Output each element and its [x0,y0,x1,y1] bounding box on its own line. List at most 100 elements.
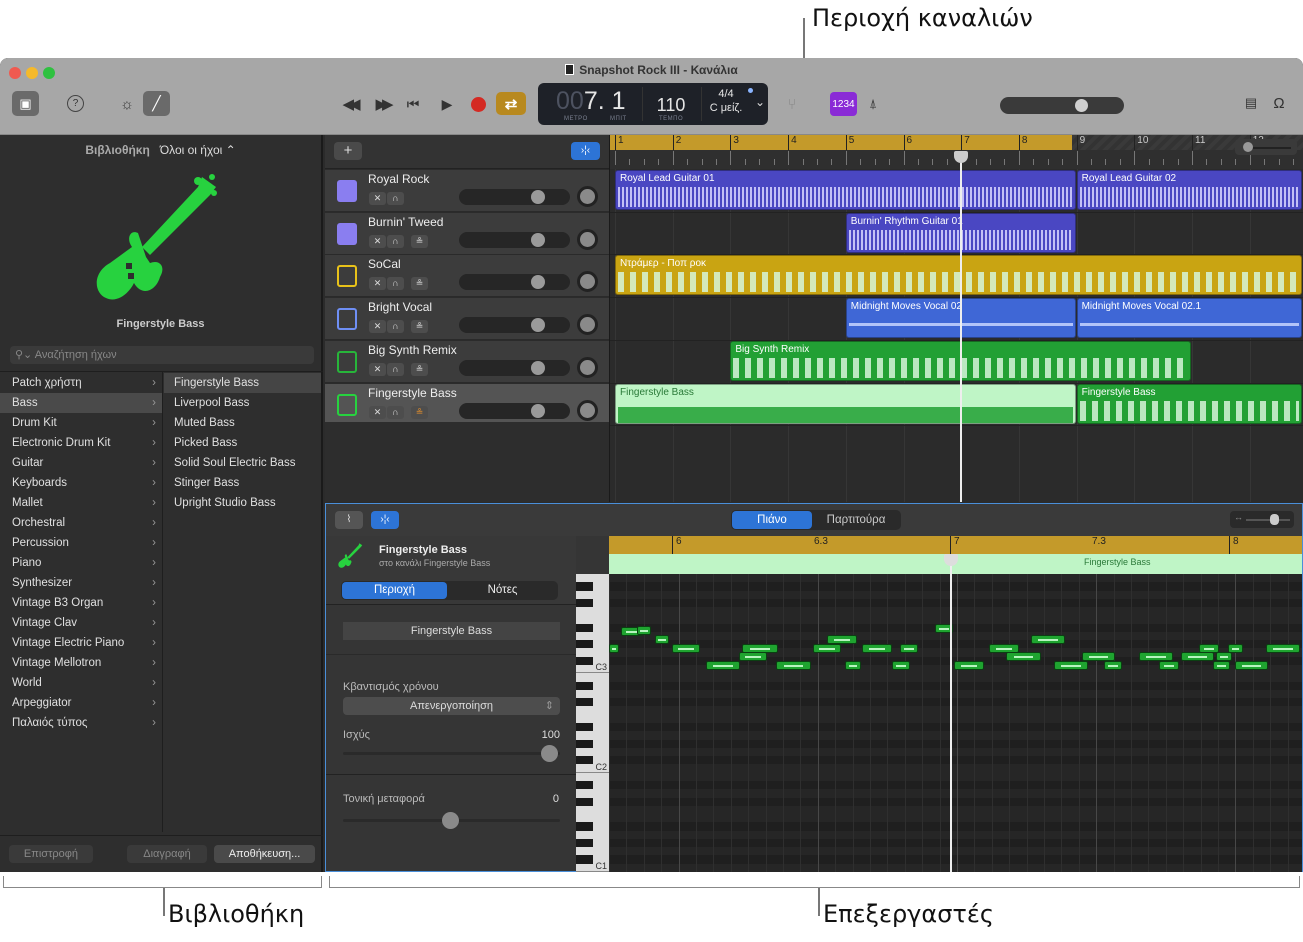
midi-note[interactable] [609,644,619,653]
tab-region[interactable]: Περιοχή [342,582,447,599]
black-key[interactable] [576,723,593,732]
midi-note[interactable] [900,644,918,653]
midi-note[interactable] [862,644,892,653]
category-item[interactable]: Piano › [0,553,162,573]
category-item[interactable]: Vintage Clav › [0,613,162,633]
pan-knob[interactable] [577,228,598,250]
track-volume-slider[interactable] [459,274,570,291]
input-monitor-button[interactable]: ≗ [411,234,428,248]
region-name-field[interactable]: Fingerstyle Bass [343,622,560,640]
midi-note[interactable] [1054,661,1088,670]
pan-knob[interactable] [577,356,598,378]
playhead[interactable] [954,151,969,502]
category-item[interactable]: Arpeggiator › [0,693,162,713]
delete-button[interactable]: Διαγραφή [127,845,207,863]
piano-keyboard[interactable]: C3 C2 C1 [576,574,609,872]
mute-button[interactable]: ✕ [369,277,386,291]
track-region[interactable]: Royal Lead Guitar 01 [615,170,1076,210]
category-item[interactable]: Drum Kit › [0,413,162,433]
tab-score[interactable]: Παρτιτούρα [813,511,899,529]
midi-note[interactable] [1181,652,1214,661]
track-header[interactable]: Fingerstyle Bass ✕ ∩ ≗ [325,383,609,426]
mute-button[interactable]: ✕ [369,192,386,205]
midi-note[interactable] [637,626,651,635]
tuner-button[interactable]: ⑂ [782,94,802,114]
patch-item[interactable]: Picked Bass [164,433,321,453]
volume-knob[interactable] [531,403,545,418]
solo-button[interactable]: ∩ [387,277,404,291]
metronome-button[interactable]: ⍋ [863,94,883,114]
midi-note[interactable] [1235,661,1268,670]
quantize-popup[interactable]: Απενεργοποίηση ⇕ [343,697,560,715]
black-key[interactable] [576,780,593,790]
solo-button[interactable]: ∩ [387,362,404,376]
category-item[interactable]: Synthesizer › [0,573,162,593]
midi-note[interactable] [1031,635,1065,644]
midi-note[interactable] [1216,652,1232,661]
track-header[interactable]: Burnin' Tweed ✕ ∩ ≗ [325,212,609,255]
track-region[interactable]: Fingerstyle Bass [1076,383,1302,424]
mute-button[interactable]: ✕ [369,320,386,334]
help-button[interactable]: ? [67,95,84,112]
automation-button[interactable]: ⌇ [335,511,363,529]
go-to-beginning-button[interactable]: ⏮ [403,94,423,114]
black-key[interactable] [576,698,593,707]
track-header[interactable]: Bright Vocal ✕ ∩ ≗ [325,298,609,341]
input-monitor-button[interactable]: ≗ [411,405,428,419]
editors-button[interactable]: ╱ [143,91,170,116]
loop-browser-button[interactable]: Ω [1270,94,1288,112]
midi-note[interactable] [845,661,861,670]
midi-note[interactable] [1104,661,1122,670]
track-volume-slider[interactable] [459,359,570,376]
midi-note[interactable] [813,644,841,653]
revert-button[interactable]: Επιστροφή [9,845,93,863]
fast-forward-button[interactable]: ▶▶ [370,94,394,114]
input-monitor-button[interactable]: ≗ [411,320,428,334]
category-item[interactable]: Mallet › [0,493,162,513]
patch-item[interactable]: Fingerstyle Bass [164,373,321,393]
solo-button[interactable]: ∩ [387,405,404,419]
mute-button[interactable]: ✕ [369,362,386,376]
volume-knob[interactable] [531,360,545,375]
category-item[interactable]: Percussion › [0,533,162,553]
volume-knob[interactable] [531,190,545,204]
cycle-button[interactable]: ⇄ [496,92,526,115]
category-item[interactable]: Vintage Mellotron › [0,653,162,673]
black-key[interactable] [576,822,593,831]
midi-note[interactable] [1213,661,1230,670]
input-monitor-button[interactable]: ≗ [411,362,428,376]
play-button[interactable]: ▶ [437,94,457,114]
category-item[interactable]: World › [0,673,162,693]
track-volume-slider[interactable] [459,231,570,248]
tab-notes[interactable]: Νότες [449,582,556,599]
patch-item[interactable]: Solid Soul Electric Bass [164,453,321,473]
library-button[interactable]: ▣ [12,91,39,116]
solo-button[interactable]: ∩ [387,320,404,334]
track-header[interactable]: Royal Rock ✕ ∩ [325,170,609,212]
midi-note[interactable] [672,644,700,653]
category-item[interactable]: Patch χρήστη › [0,373,162,393]
volume-knob[interactable] [531,318,545,333]
category-item[interactable]: Vintage B3 Organ › [0,593,162,613]
black-key[interactable] [576,855,593,864]
track-region[interactable]: Fingerstyle Bass [615,383,1076,424]
editor-ruler[interactable]: 6 6.3 7 7.3 8 [609,536,1302,554]
black-key[interactable] [576,756,593,765]
black-key[interactable] [576,582,593,591]
patch-item[interactable]: Liverpool Bass [164,393,321,413]
pan-knob[interactable] [577,399,598,421]
pan-knob[interactable] [577,271,598,293]
library-filter-popup[interactable]: Όλοι οι ήχοι ⌃ [160,143,236,157]
midi-note[interactable] [655,635,669,644]
category-item[interactable]: Keyboards › [0,473,162,493]
black-key[interactable] [576,656,593,666]
black-key[interactable] [576,797,593,806]
black-key[interactable] [576,623,593,632]
pan-knob[interactable] [577,314,598,336]
category-item[interactable]: Guitar › [0,453,162,473]
track-volume-slider[interactable] [459,317,570,334]
category-item[interactable]: Vintage Electric Piano › [0,633,162,653]
lcd-chevron-down-icon[interactable]: ⌄ [755,95,765,109]
editor-catch-playhead-button[interactable]: ›¦‹ [371,511,399,529]
horizontal-zoom-slider[interactable]: ↔ [1230,511,1294,528]
